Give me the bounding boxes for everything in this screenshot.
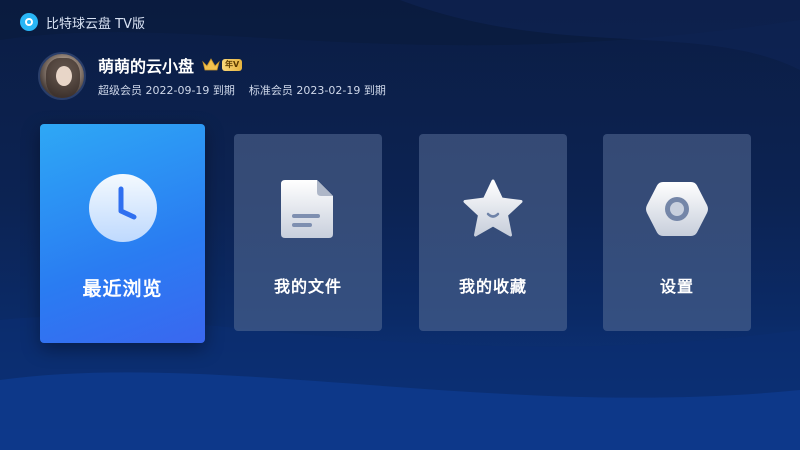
vip-badge: 年V (222, 59, 243, 71)
my-files-label: 我的文件 (273, 277, 342, 296)
gear-icon (646, 182, 708, 236)
crown-icon (202, 58, 220, 71)
document-icon (281, 180, 333, 238)
recent-browse-card[interactable]: 最近浏览 (40, 124, 205, 343)
avatar (38, 52, 86, 100)
app-title: 比特球云盘 TV版 (46, 16, 145, 32)
settings-card[interactable]: 设置 (603, 134, 751, 331)
name-row: 萌萌的云小盘 年V (98, 54, 400, 76)
my-files-card[interactable]: 我的文件 (234, 134, 382, 331)
star-icon (463, 179, 523, 237)
standard-membership-expiry: 标准会员 2023-02-19 到期 (248, 84, 386, 97)
my-favorites-card[interactable]: 我的收藏 (419, 134, 567, 331)
my-favorites-label: 我的收藏 (458, 277, 527, 296)
clock-icon (88, 174, 157, 242)
settings-label: 设置 (659, 277, 694, 296)
membership-row: 超级会员 2022-09-19 到期 标准会员 2023-02-19 到期 (98, 82, 400, 98)
user-profile[interactable]: 萌萌的云小盘 年V 超级会员 2022-09-19 到期 标准会员 2023-0… (38, 52, 400, 100)
recent-browse-label: 最近浏览 (82, 278, 163, 300)
profile-info: 萌萌的云小盘 年V 超级会员 2022-09-19 到期 标准会员 2023-0… (98, 54, 400, 98)
app-logo-icon (20, 13, 38, 31)
user-name: 萌萌的云小盘 (98, 57, 195, 76)
super-membership-expiry: 超级会员 2022-09-19 到期 (98, 84, 235, 97)
app-header: 比特球云盘 TV版 (20, 12, 145, 32)
